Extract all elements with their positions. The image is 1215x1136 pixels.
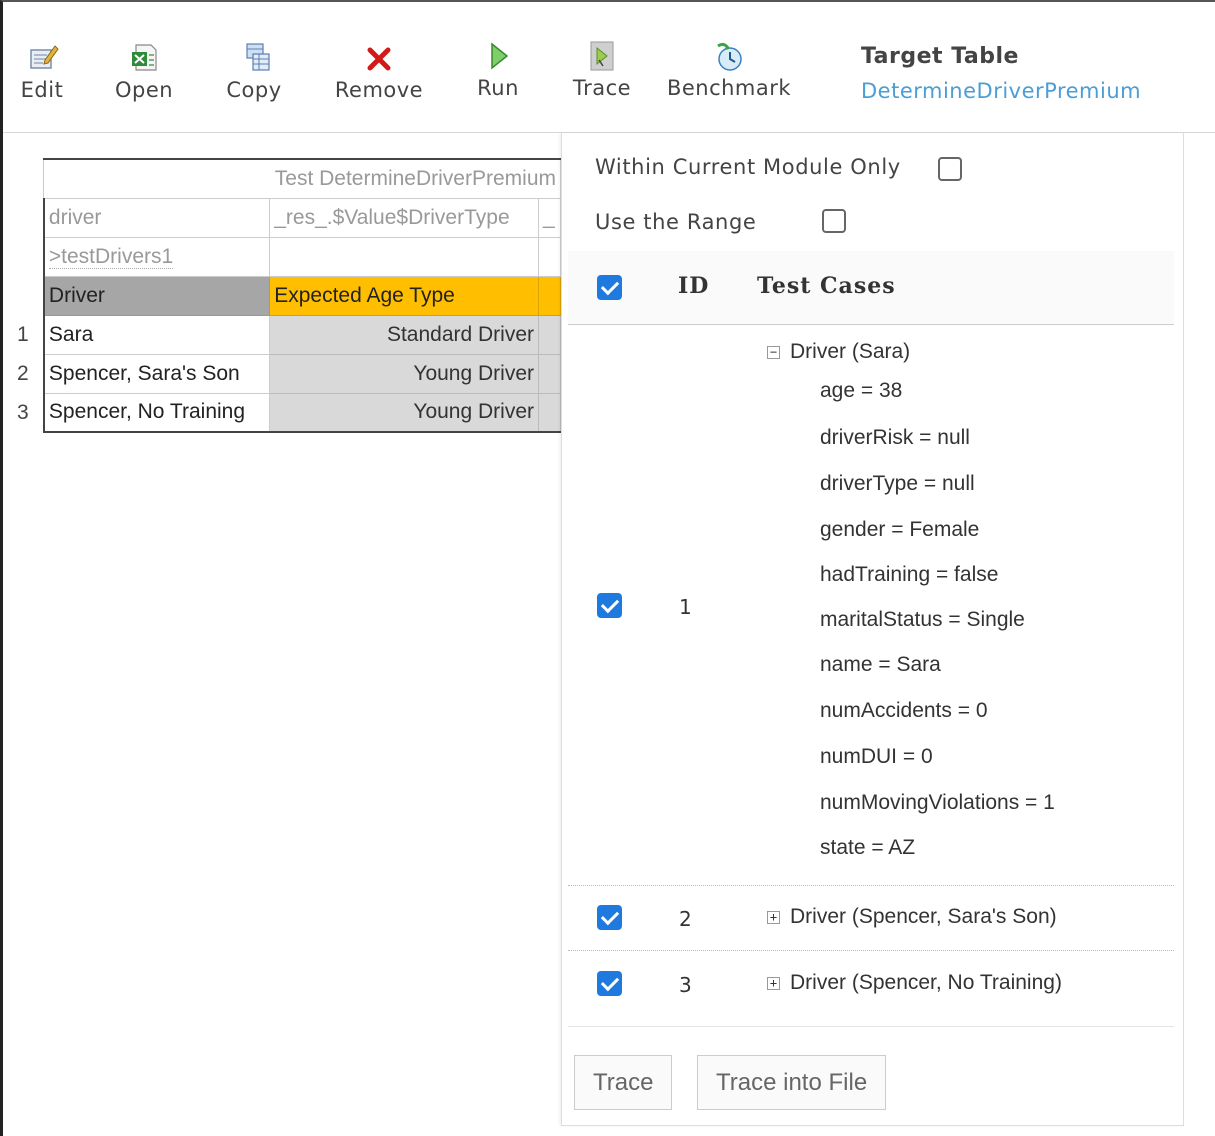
test-table-title: Test DetermineDriverPremium: [43, 158, 561, 199]
within-module-checkbox[interactable]: [938, 157, 962, 181]
test-table-grid: Test DetermineDriverPremium driver _res_…: [15, 158, 561, 433]
header-divider: [568, 324, 1174, 325]
open-button[interactable]: Open: [112, 40, 176, 102]
case-id: 3: [679, 973, 692, 997]
collapse-icon[interactable]: −: [767, 346, 780, 359]
case-checkbox[interactable]: [597, 593, 622, 618]
case-property: age = 38: [820, 379, 903, 402]
row-divider: [568, 885, 1174, 886]
trace-button[interactable]: Trace: [570, 40, 634, 100]
remove-label: Remove: [334, 78, 424, 102]
test-cases-column-header: Test Cases: [757, 273, 896, 299]
case-id: 2: [679, 907, 692, 931]
edit-icon: [30, 45, 59, 69]
case-property: numDUI = 0: [820, 745, 933, 768]
remove-button[interactable]: Remove: [331, 40, 427, 102]
case-label: Driver (Spencer, Sara's Son): [790, 905, 1057, 928]
case-tree-node: − Driver (Sara): [767, 340, 910, 364]
case-property: numAccidents = 0: [820, 699, 988, 722]
test-drivers-ref[interactable]: >testDrivers1: [42, 236, 271, 277]
expand-icon[interactable]: +: [767, 977, 780, 990]
expected-cell[interactable]: Young Driver: [269, 353, 539, 394]
param-extra-header[interactable]: _: [538, 197, 561, 238]
copy-button[interactable]: Copy: [222, 40, 286, 102]
edit-label: Edit: [20, 78, 64, 102]
expand-icon[interactable]: +: [767, 911, 780, 924]
driver-column-header[interactable]: Driver: [42, 275, 271, 316]
trace-into-file-button[interactable]: Trace into File: [697, 1055, 887, 1110]
param-res-header[interactable]: _res_.$Value$DriverType: [269, 197, 539, 238]
case-property: name = Sara: [820, 653, 941, 676]
copy-table-icon: [246, 43, 270, 71]
target-table: Target Table DetermineDriverPremium: [861, 44, 1141, 103]
case-property: numMovingViolations = 1: [820, 791, 1055, 814]
target-table-link[interactable]: DetermineDriverPremium: [861, 79, 1141, 103]
excel-file-icon: [132, 44, 157, 71]
run-label: Run: [477, 76, 519, 100]
table-row: 1 Sara Standard Driver: [15, 314, 561, 355]
table-row: 3 Spencer, No Training Young Driver: [15, 392, 561, 433]
expected-cell[interactable]: Standard Driver: [269, 314, 539, 355]
edit-button[interactable]: Edit: [17, 40, 67, 102]
footer-divider: [568, 1026, 1174, 1027]
row-number: 1: [17, 322, 29, 346]
driver-cell[interactable]: Spencer, Sara's Son: [42, 353, 271, 394]
trace-panel: Within Current Module Only Use the Range…: [561, 133, 1184, 1126]
case-checkbox[interactable]: [597, 905, 622, 930]
copy-label: Copy: [226, 78, 282, 102]
case-checkbox[interactable]: [597, 971, 622, 996]
trace-run-button[interactable]: Trace: [574, 1055, 673, 1110]
case-property: gender = Female: [820, 518, 980, 541]
run-button[interactable]: Run: [473, 40, 523, 100]
use-range-checkbox[interactable]: [822, 209, 846, 233]
remove-x-icon: [367, 47, 391, 71]
expected-age-type-header[interactable]: Expected Age Type: [269, 275, 539, 316]
expected-cell[interactable]: Young Driver: [269, 392, 539, 433]
table-row: 2 Spencer, Sara's Son Young Driver: [15, 353, 561, 394]
select-all-checkbox[interactable]: [597, 275, 622, 300]
toolbar: Edit Open Copy Remove Run Trace Benchmar…: [3, 2, 1215, 133]
case-property: state = AZ: [820, 836, 916, 859]
param-driver-header[interactable]: driver: [42, 197, 271, 238]
row-number: 3: [17, 400, 29, 424]
case-property: maritalStatus = Single: [820, 608, 1025, 631]
case-property: driverType = null: [820, 472, 975, 495]
case-tree-node: + Driver (Spencer, No Training): [767, 971, 1062, 995]
run-play-icon: [491, 42, 509, 70]
use-range-label: Use the Range: [595, 210, 757, 234]
driver-cell[interactable]: Sara: [42, 314, 271, 355]
open-label: Open: [114, 78, 174, 102]
trace-icon: [590, 41, 614, 71]
benchmark-button[interactable]: Benchmark: [663, 40, 795, 100]
row-divider: [568, 950, 1174, 951]
id-column-header: ID: [678, 273, 710, 299]
driver-cell[interactable]: Spencer, No Training: [42, 392, 271, 433]
trace-label: Trace: [572, 76, 632, 100]
row-number: 2: [17, 361, 29, 385]
case-property: hadTraining = false: [820, 563, 999, 586]
benchmark-clock-icon: [717, 42, 742, 71]
benchmark-label: Benchmark: [666, 76, 792, 100]
case-id: 1: [679, 595, 692, 619]
case-label: Driver (Spencer, No Training): [790, 971, 1062, 994]
case-tree-node: + Driver (Spencer, Sara's Son): [767, 905, 1057, 929]
within-module-label: Within Current Module Only: [595, 155, 901, 179]
case-property: driverRisk = null: [820, 426, 970, 449]
case-label: Driver (Sara): [790, 340, 911, 363]
target-table-label: Target Table: [861, 44, 1019, 69]
